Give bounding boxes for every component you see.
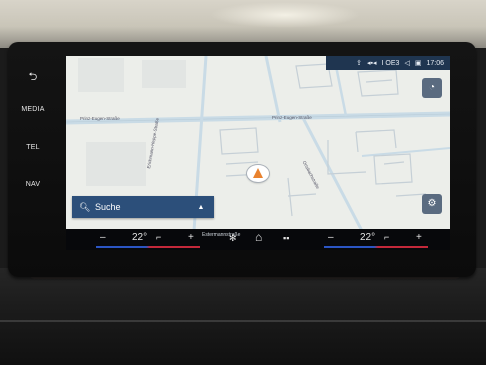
right-temp-indicator [324,246,428,248]
screen-icon: ▣ [414,60,422,67]
dashboard-trim [0,320,486,322]
compass-button[interactable]: ◔ [422,78,442,98]
status-bar: ⇪ ◂▪◂ I OE3 ◁ ▣ 17:06 [326,56,450,70]
back-icon: ⮌ [28,71,38,83]
nav-button[interactable]: NAV [10,181,56,188]
back-button[interactable]: ⮌ [10,68,56,87]
street-label: Prinz-Eugen-Straße [272,115,312,120]
vehicle-position-marker [247,165,269,182]
gear-icon: ⚙ [427,198,437,209]
street-label: Prinz-Eugen-Straße [80,116,120,121]
search-icon: 🔍︎ [79,201,91,212]
phone-icon: ⇪ [356,60,363,67]
fan-icon[interactable]: ✻ [229,233,237,244]
right-temperature[interactable]: 22° [360,232,375,243]
right-seat-heat-icon[interactable]: ⌐ [384,232,389,242]
home-icon[interactable]: ⌂ [255,230,262,244]
left-temp-down-button[interactable]: – [100,232,106,243]
background-light [210,2,360,28]
right-temp-down-button[interactable]: – [328,232,334,243]
hardkey-column: ⮌ MEDIA TEL NAV [10,62,56,212]
clock: 17:06 [426,59,444,67]
search-bar[interactable]: 🔍︎ Suche ▲ [72,196,214,218]
media-button[interactable]: MEDIA [10,106,56,113]
right-temp-up-button[interactable]: + [416,232,422,243]
left-seat-heat-icon[interactable]: ⌐ [156,232,161,242]
chevron-up-icon[interactable]: ▲ [188,204,214,211]
left-temperature[interactable]: 22° [132,232,147,243]
radio-station: I OE3 [381,59,400,67]
map-settings-button[interactable]: ⚙ [422,194,442,214]
navigation-arrow-icon [253,168,263,178]
tel-button[interactable]: TEL [10,144,56,151]
left-temp-indicator [96,246,200,248]
apps-grid-icon[interactable]: ▪▪ [283,233,289,243]
search-label: Suche [95,202,121,212]
signal-icon: ◂▪◂ [367,60,377,67]
infotainment-screen: Prinz-Eugen-Straße Prinz-Eugen-Straße Er… [66,56,450,250]
left-temp-up-button[interactable]: + [188,232,194,243]
compass-icon: ◔ [428,82,436,93]
climate-bar: Estermannstraße – 22° ⌐ + ✻ ⌂ ▪▪ – 22° ⌐… [66,229,450,250]
dashboard-lower [0,268,486,365]
volume-icon: ◁ [404,60,410,67]
